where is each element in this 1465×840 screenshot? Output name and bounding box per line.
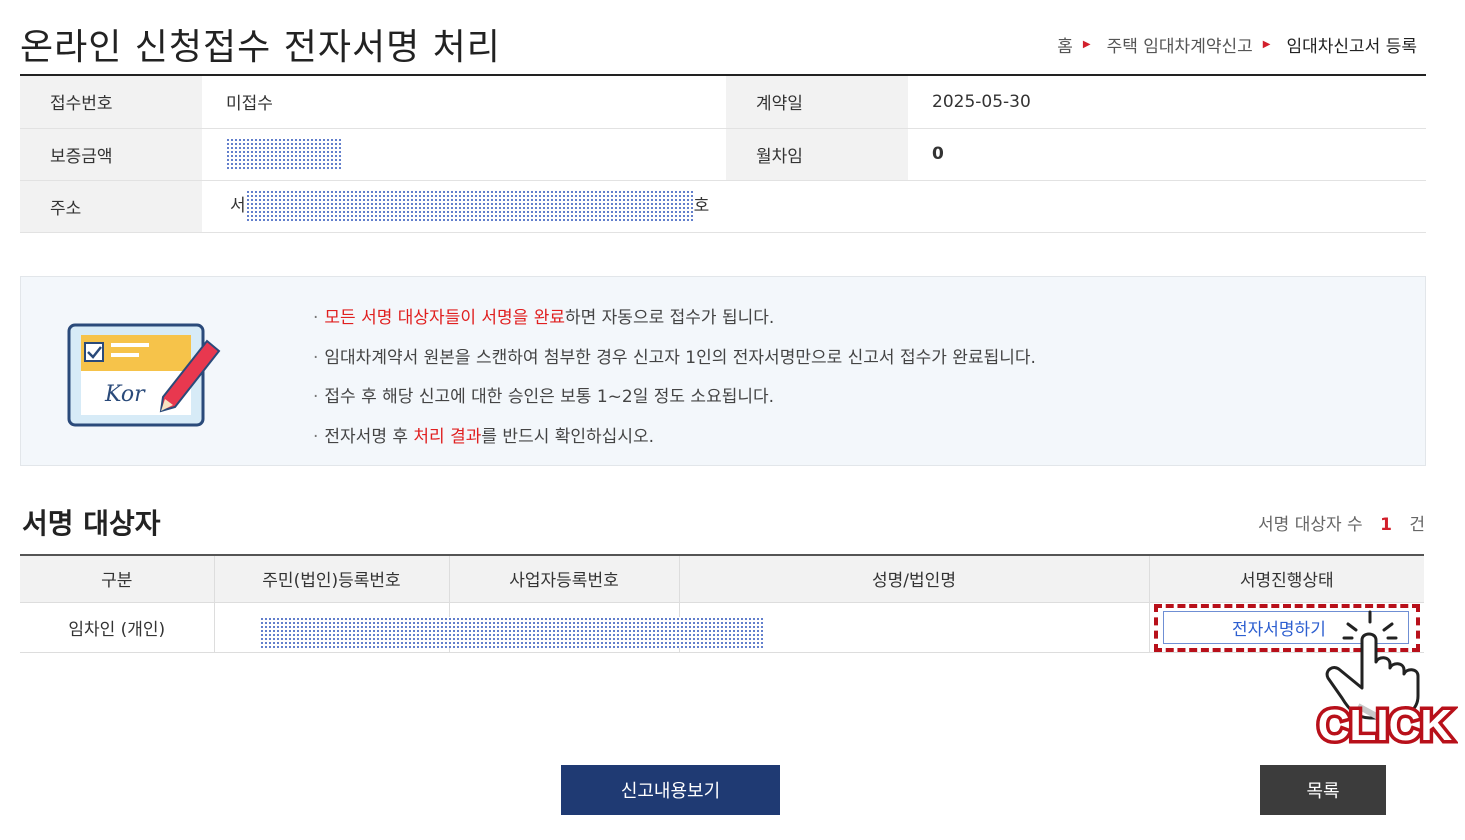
signer-count-label: 서명 대상자 수 <box>1258 515 1363 535</box>
breadcrumb-home[interactable]: 홈 <box>1057 32 1073 57</box>
list-button[interactable]: 목록 <box>1260 765 1386 815</box>
deposit-value <box>202 128 726 181</box>
breadcrumb-lease-report[interactable]: 주택 임대차계약신고 <box>1107 32 1253 57</box>
click-text: CLICK <box>1318 701 1453 750</box>
receipt-no-label: 접수번호 <box>20 76 202 129</box>
breadcrumb-current: 임대차신고서 등록 <box>1286 37 1417 57</box>
address-prefix: 서 <box>230 196 246 216</box>
contract-date-label: 계약일 <box>726 76 908 129</box>
signer-count-unit: 건 <box>1409 515 1425 535</box>
receipt-info-table: 접수번호 미접수 계약일 2025-05-30 보증금액 월차임 0 주소 서호 <box>20 76 1426 233</box>
info-row: 주소 서호 <box>20 180 1426 233</box>
info-row: 접수번호 미접수 계약일 2025-05-30 <box>20 76 1426 129</box>
signers-section-title: 서명 대상자 <box>22 507 161 540</box>
click-label: CLICK <box>1314 698 1456 753</box>
signer-count: 서명 대상자 수 1 건 <box>1258 510 1425 535</box>
signer-type: 임차인 (개인) <box>20 602 214 653</box>
redacted-deposit <box>226 138 342 170</box>
breadcrumb: 홈 ▶ 주택 임대차계약신고 ▶ 임대차신고서 등록 <box>1057 32 1417 57</box>
breadcrumb-arrow-icon: ▶ <box>1262 39 1271 50</box>
receipt-no-value: 미접수 <box>202 76 726 129</box>
notice-item: · 접수 후 해당 신고에 대한 승인은 보통 1~2일 정도 소요됩니다. <box>313 387 775 407</box>
col-resident-no: 주민(법인)등록번호 <box>213 555 449 603</box>
table-header-row: 구분 주민(법인)등록번호 사업자등록번호 성명/법인명 서명진행상태 <box>20 555 1424 603</box>
redacted-signer-info <box>260 617 764 648</box>
col-name: 성명/법인명 <box>678 555 1149 603</box>
address-label: 주소 <box>20 180 202 233</box>
monthly-rent-label: 월차임 <box>726 128 908 181</box>
view-report-button[interactable]: 신고내용보기 <box>561 765 780 815</box>
address-value: 서호 <box>202 180 1426 233</box>
info-row: 보증금액 월차임 0 <box>20 128 1426 181</box>
icon-kor-text: Kor <box>104 382 146 407</box>
contract-date-value: 2025-05-30 <box>908 76 1426 129</box>
monthly-rent-value: 0 <box>908 128 1426 181</box>
notice-item: · 모든 서명 대상자들이 서명을 완료하면 자동으로 접수가 됩니다. <box>313 308 775 328</box>
notice-list: · 모든 서명 대상자들이 서명을 완료하면 자동으로 접수가 됩니다. · 임대차… <box>313 299 1036 457</box>
redacted-address <box>245 190 694 222</box>
breadcrumb-arrow-icon: ▶ <box>1082 39 1091 50</box>
deposit-label: 보증금액 <box>20 128 202 181</box>
address-suffix: 호 <box>693 196 710 216</box>
notice-item: · 전자서명 후 처리 결과를 반드시 확인하십시오. <box>313 426 655 447</box>
col-type: 구분 <box>20 555 214 603</box>
notice-box: Kor · 모든 서명 대상자들이 서명을 완료하면 자동으로 접수가 됩니다. … <box>20 276 1426 466</box>
signature-document-icon: Kor <box>67 323 221 427</box>
page-title: 온라인 신청접수 전자서명 처리 <box>20 27 501 68</box>
col-business-no: 사업자등록번호 <box>448 555 679 603</box>
col-sign-status: 서명진행상태 <box>1148 555 1424 603</box>
signer-count-value: 1 <box>1380 515 1392 535</box>
notice-item: · 임대차계약서 원본을 스캔하여 첨부한 경우 신고자 1인의 전자서명만으로 … <box>313 347 1036 368</box>
